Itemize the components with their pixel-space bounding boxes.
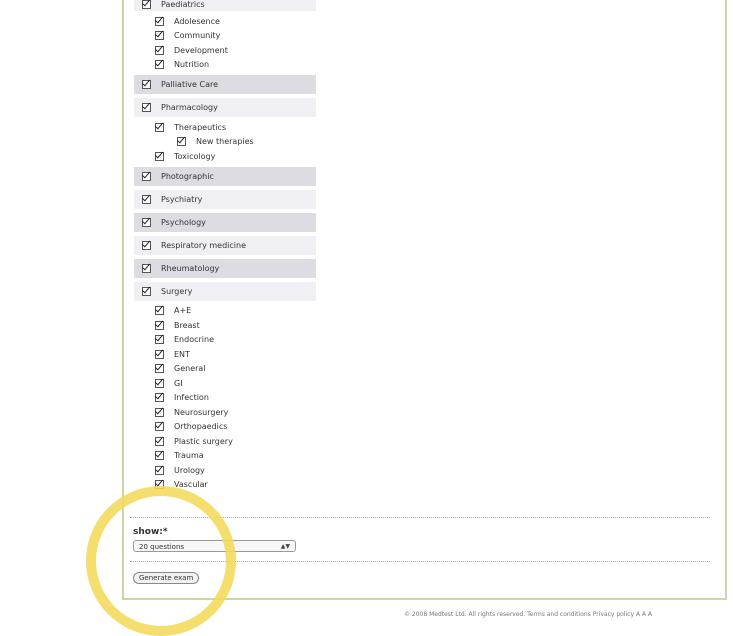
checkbox-checked-icon[interactable] [155,335,164,345]
checkbox-checked-icon[interactable] [155,393,164,403]
subcategory-label: Endocrine [174,335,214,345]
checkbox-checked-icon[interactable] [142,103,151,112]
checkbox-checked-icon[interactable] [155,407,164,417]
subcategory-label: Orthopaedics [174,422,228,432]
divider [130,517,710,518]
subcategory-label: Development [174,45,228,55]
checkbox-checked-icon[interactable] [142,80,151,89]
subcategory-item[interactable]: Toxicology [134,149,316,164]
category-row[interactable]: Surgery [134,281,316,301]
subcategory-label: Breast [174,320,200,330]
category-label: Pharmacology [161,103,218,112]
subcategory-label: A+E [174,306,192,316]
subcategory-item[interactable]: GI [134,376,316,391]
subcategory-label: Therapeutics [174,122,227,132]
category-list: Paediatrics Adolesence Community Developmen… [134,0,316,495]
category-label: Respiratory medicine [161,240,247,250]
checkbox-checked-icon[interactable] [155,422,164,432]
subcategory-item[interactable]: Urology [134,463,316,478]
category-label: Psychiatry [161,194,203,204]
checkbox-checked-icon[interactable] [142,0,151,9]
generate-exam-button[interactable]: Generate exam [133,572,200,584]
subcategory-label: Nutrition [174,60,210,70]
category-row[interactable]: Rheumatology [134,258,316,278]
subcategory-item[interactable]: Therapeutics [134,120,316,135]
divider [130,561,710,562]
category-row[interactable]: Pharmacology [134,98,316,117]
subcategory-label: Community [174,31,221,41]
subcategory-item[interactable]: Nutrition [134,58,316,73]
checkbox-checked-icon[interactable] [155,306,164,316]
select-value: 20 questions [139,543,185,551]
category-row[interactable]: Palliative Care [134,75,316,94]
subcategory-item[interactable]: Development [134,43,316,58]
subcategory-label: Vascular [174,480,208,490]
subcategory-item[interactable]: ENT [134,347,316,362]
checkbox-checked-icon[interactable] [142,194,151,204]
category-row[interactable]: Psychiatry [134,189,316,209]
subcategory-item[interactable]: Plastic surgery [134,434,316,449]
checkbox-checked-icon[interactable] [155,45,164,55]
subcategory-label: General [174,364,206,374]
category-label: Rheumatology [161,263,220,273]
checkbox-checked-icon[interactable] [142,263,151,273]
subcategory-label: New therapies [196,137,254,147]
checkbox-checked-icon[interactable] [177,137,186,147]
subcategory-item[interactable]: Vascular [134,478,316,493]
subcategory-item[interactable]: Community [134,29,316,44]
show-label: show:* [133,527,168,537]
checkbox-checked-icon[interactable] [155,364,164,374]
subcategory-item[interactable]: A+E [134,304,316,319]
category-label: Photographic [161,171,214,181]
category-row[interactable]: Photographic [134,166,316,186]
subcategory-item[interactable]: General [134,362,316,377]
checkbox-checked-icon[interactable] [142,286,151,296]
checkbox-checked-icon[interactable] [142,171,151,181]
footer-text: © 2008 Medtest Ltd. All rights reserved.… [404,611,653,618]
checkbox-checked-icon[interactable] [155,151,164,161]
category-label: Paediatrics [161,0,205,9]
checkbox-checked-icon[interactable] [142,240,151,250]
subcategory-item[interactable]: Endocrine [134,333,316,348]
checkbox-checked-icon[interactable] [155,16,164,26]
category-label: Surgery [161,286,193,296]
subcategory-label: ENT [174,349,190,359]
subcategory-item[interactable]: Trauma [134,449,316,464]
subcategory-label: Toxicology [174,151,216,161]
category-label: Palliative Care [161,80,219,89]
category-row[interactable]: Psychology [134,212,316,232]
subcategory-item[interactable]: New therapies [134,135,316,150]
subcategory-label: Urology [174,465,205,475]
subcategory-label: Trauma [174,451,204,461]
category-row[interactable]: Respiratory medicine [134,235,316,255]
subcategory-label: Infection [174,393,209,403]
checkbox-checked-icon[interactable] [155,31,164,41]
checkbox-checked-icon[interactable] [155,320,164,330]
subcategory-label: Adolesence [174,16,220,26]
checkbox-checked-icon[interactable] [155,122,164,132]
checkbox-checked-icon[interactable] [155,465,164,475]
category-row[interactable]: Paediatrics [134,0,316,11]
subcategory-label: GI [174,378,183,388]
category-label: Psychology [161,217,206,227]
checkbox-checked-icon[interactable] [155,480,164,490]
question-count-select[interactable]: 20 questions ▲▼ [133,540,296,552]
subcategory-item[interactable]: Neurosurgery [134,405,316,420]
subcategory-item[interactable]: Breast [134,318,316,333]
subcategory-item[interactable]: Orthopaedics [134,420,316,435]
checkbox-checked-icon[interactable] [155,436,164,446]
subcategory-item[interactable]: Adolesence [134,14,316,29]
checkbox-checked-icon[interactable] [155,451,164,461]
checkbox-checked-icon[interactable] [155,60,164,70]
subcategory-item[interactable]: Infection [134,391,316,406]
select-arrows-icon: ▲▼ [280,543,290,550]
checkbox-checked-icon[interactable] [155,378,164,388]
subcategory-label: Plastic surgery [174,436,233,446]
checkbox-checked-icon[interactable] [155,349,164,359]
subcategory-label: Neurosurgery [174,407,229,417]
checkbox-checked-icon[interactable] [142,217,151,227]
